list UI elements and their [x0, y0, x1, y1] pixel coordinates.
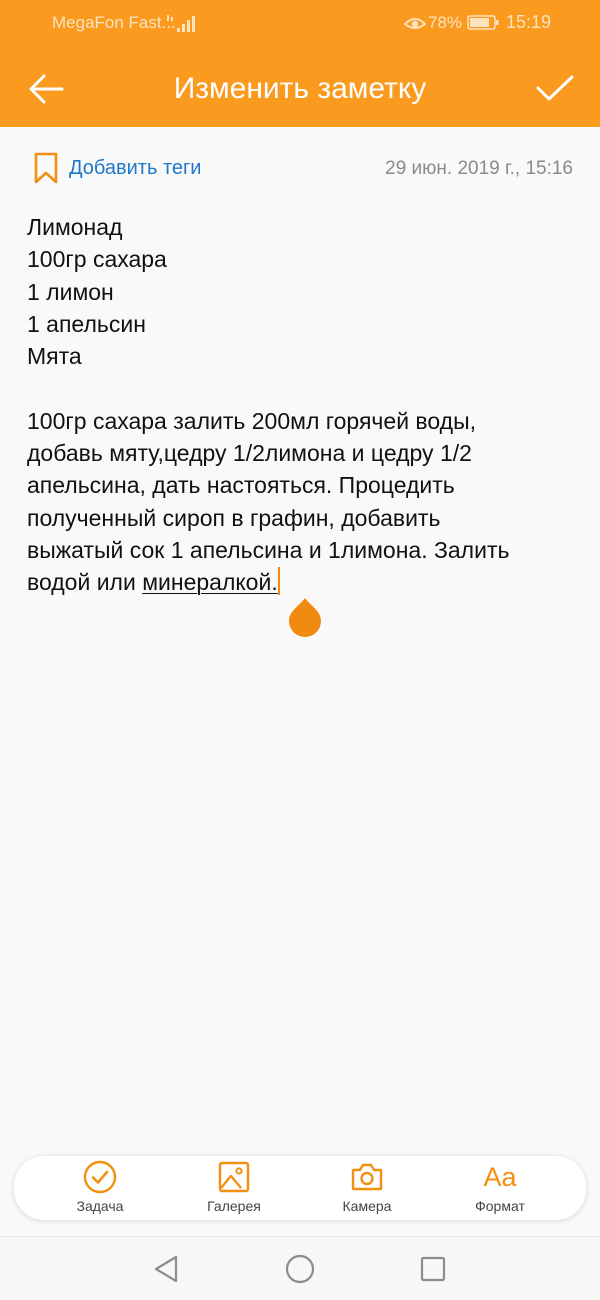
- note-line: апельсина, дать настояться. Процедить: [27, 472, 455, 499]
- checkmark-icon: [536, 75, 574, 101]
- clock-time: 15:19: [506, 12, 552, 32]
- note-line: 100гр сахара: [27, 246, 167, 273]
- status-bar: MegaFon Fast... 78% 15:19: [0, 0, 600, 46]
- carrier-name: MegaFon Fast...: [52, 13, 176, 32]
- nav-home-icon[interactable]: [284, 1253, 316, 1285]
- note-line: 1 лимон: [27, 278, 114, 305]
- note-line: [27, 372, 577, 404]
- camera-icon: [351, 1163, 383, 1191]
- note-line-text: водой или: [27, 569, 143, 596]
- note-editor[interactable]: Лимонад 100гр сахара 1 лимон 1 апельсин …: [27, 211, 577, 599]
- composing-word: минералкой.: [142, 569, 278, 596]
- note-meta-row: Добавить теги 29 июн. 2019 г., 15:16: [0, 148, 600, 188]
- battery-percent: 78%: [428, 13, 463, 32]
- note-line: добавь мяту,цедру 1/2лимона и цедру 1/2: [27, 440, 472, 467]
- note-line: 100гр сахара залить 200мл горячей воды,: [27, 407, 477, 434]
- app-bar: Изменить заметку: [0, 56, 600, 122]
- system-nav-bar: [0, 1236, 600, 1300]
- gallery-label: Галерея: [207, 1198, 261, 1214]
- task-label: Задача: [76, 1198, 124, 1214]
- signal-icon: [167, 15, 195, 32]
- caret-handle[interactable]: [287, 596, 323, 638]
- format-button[interactable]: Aa Формат: [445, 1160, 555, 1218]
- format-aa-icon: Aa: [483, 1162, 517, 1192]
- confirm-button[interactable]: [530, 68, 580, 110]
- note-line-last: водой или минералкой.: [27, 566, 577, 598]
- note-line: 1 апельсин: [27, 310, 146, 337]
- nav-back-icon[interactable]: [151, 1253, 183, 1285]
- gallery-icon: [218, 1161, 250, 1193]
- note-timestamp: 29 июн. 2019 г., 15:16: [385, 158, 573, 179]
- battery-icon: [467, 15, 499, 30]
- format-label: Формат: [475, 1198, 525, 1214]
- text-caret: [277, 567, 280, 596]
- task-check-icon: [83, 1160, 117, 1194]
- app-header: MegaFon Fast... 78% 15:19 Изменить замет…: [0, 0, 600, 127]
- gallery-button[interactable]: Галерея: [179, 1160, 289, 1218]
- camera-button[interactable]: Камера: [312, 1160, 422, 1218]
- page-title: Изменить заметку: [173, 72, 427, 105]
- nav-recents-icon[interactable]: [417, 1253, 449, 1285]
- task-button[interactable]: Задача: [45, 1160, 155, 1218]
- note-line: выжатый сок 1 апельсина и 1лимона. Залит…: [27, 536, 510, 563]
- arrow-left-icon: [29, 74, 64, 104]
- note-line: полученный сироп в графин, добавить: [27, 504, 441, 531]
- eye-comfort-icon: [403, 18, 427, 29]
- add-tags-label: Добавить теги: [69, 156, 202, 179]
- note-line: Мята: [27, 343, 82, 370]
- note-line: Лимонад: [27, 214, 123, 240]
- camera-label: Камера: [342, 1198, 392, 1214]
- bottom-toolbar: Задача Галерея Камера Aa Формат: [14, 1156, 586, 1220]
- add-tags-button[interactable]: Добавить теги: [33, 152, 201, 184]
- bookmark-icon: [34, 152, 58, 184]
- back-button[interactable]: [22, 68, 72, 110]
